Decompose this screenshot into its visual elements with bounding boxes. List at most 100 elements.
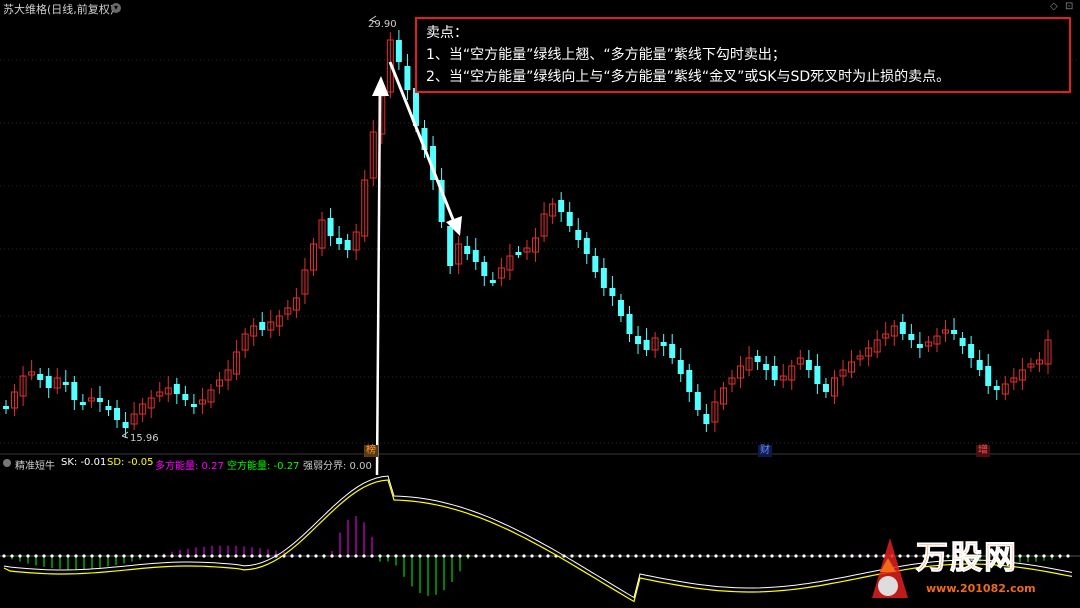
candle-body — [583, 238, 590, 254]
candle-body — [79, 402, 86, 405]
divide-dot — [346, 554, 350, 558]
divide-dot — [394, 554, 398, 558]
divide-dot — [154, 554, 158, 558]
divide-dot — [634, 554, 638, 558]
divide-dot — [594, 554, 598, 558]
divide-dot — [266, 554, 270, 558]
price-high-label: 29.90 — [368, 19, 397, 30]
candle-body — [951, 330, 958, 334]
candle-body — [763, 364, 770, 370]
divide-dot — [482, 554, 486, 558]
divide-dot — [602, 554, 606, 558]
divide-dot — [754, 554, 758, 558]
price-low-label: 15.96 — [130, 433, 159, 444]
candle-body — [182, 394, 189, 400]
divide-dot — [810, 554, 814, 558]
candle-body — [3, 406, 9, 409]
candle-body — [173, 384, 180, 394]
divide-dot — [34, 554, 38, 558]
indicator-name[interactable]: 精准短牛 — [15, 457, 55, 472]
candle-body — [404, 66, 411, 90]
price-gridlines — [0, 59, 1080, 455]
divide-dot — [234, 554, 238, 558]
sd-value: SD: -0.05 — [107, 457, 154, 468]
divide-dot — [410, 554, 414, 558]
candle-body — [600, 268, 607, 288]
watermark-url: www.201082.com — [926, 582, 1036, 595]
candle-body — [908, 334, 915, 340]
divide-dot — [730, 554, 734, 558]
divide-dot — [338, 554, 342, 558]
divide-dot — [418, 554, 422, 558]
divide-dot — [490, 554, 494, 558]
divide-dot — [42, 554, 46, 558]
sk-value: SK: -0.01 — [61, 457, 107, 468]
divide-dot — [626, 554, 630, 558]
divide-dot — [738, 554, 742, 558]
divide-dot — [834, 554, 838, 558]
divide-dot — [362, 554, 366, 558]
candle-body — [566, 212, 573, 226]
candle-body — [993, 386, 1000, 390]
divide-dot — [194, 554, 198, 558]
candle-body — [677, 360, 684, 374]
divide-dot — [106, 554, 110, 558]
divide-dot — [762, 554, 766, 558]
candle-body — [703, 414, 710, 424]
divide-dot — [570, 554, 574, 558]
candle-body — [985, 366, 992, 386]
divide-dot — [90, 554, 94, 558]
divide-dot — [850, 554, 854, 558]
candle-body — [481, 262, 488, 276]
candle-body — [395, 40, 402, 62]
annotation-heading: 卖点： — [426, 25, 468, 41]
divide-dot — [802, 554, 806, 558]
divide-dot — [250, 554, 254, 558]
candle-body — [489, 280, 496, 283]
divide-dot — [786, 554, 790, 558]
candle-body — [575, 230, 582, 240]
divide-dot — [402, 554, 406, 558]
candle-body — [694, 392, 701, 410]
candle-body — [754, 356, 761, 362]
divide-dot — [586, 554, 590, 558]
divide-dot — [66, 554, 70, 558]
indicator-settings-icon[interactable] — [3, 459, 11, 467]
divide-dot — [546, 554, 550, 558]
divide-dot — [114, 554, 118, 558]
candle-body — [968, 344, 975, 358]
divide-dot — [506, 554, 510, 558]
divide-dot — [450, 554, 454, 558]
up-arrowhead-icon — [372, 76, 389, 96]
divide-dot — [226, 554, 230, 558]
divide-dot — [290, 554, 294, 558]
candle-body — [814, 366, 821, 384]
divide-dot — [514, 554, 518, 558]
divide-dot — [522, 554, 526, 558]
divide-dot — [354, 554, 358, 558]
bull-energy-value: 多方能量: 0.27 — [155, 461, 224, 472]
candle-body — [669, 344, 676, 358]
divide-dot — [474, 554, 478, 558]
divide-dot — [426, 554, 430, 558]
divide-dot — [314, 554, 318, 558]
indicator-legend: 精准短牛 SK: -0.01 SD: -0.05 多方能量: 0.27 空方能量… — [0, 456, 1080, 472]
candle-body — [96, 398, 103, 402]
bear-energy-value: 空方能量: -0.27 — [227, 461, 300, 472]
divide-dot — [498, 554, 502, 558]
candle-body — [617, 300, 624, 316]
divide-dot — [330, 554, 334, 558]
divide-dot — [578, 554, 582, 558]
divide-dot — [210, 554, 214, 558]
divide-dot — [258, 554, 262, 558]
watermark-text: 万股网 — [915, 538, 1019, 577]
candle-body — [62, 382, 69, 385]
candle-body — [259, 322, 266, 330]
divide-dot — [146, 554, 150, 558]
candle-body — [660, 342, 667, 346]
low-pointer-icon — [121, 431, 129, 439]
candle-body — [464, 246, 471, 254]
divide-dot — [242, 554, 246, 558]
divide-dot — [98, 554, 102, 558]
divide-dot — [218, 554, 222, 558]
